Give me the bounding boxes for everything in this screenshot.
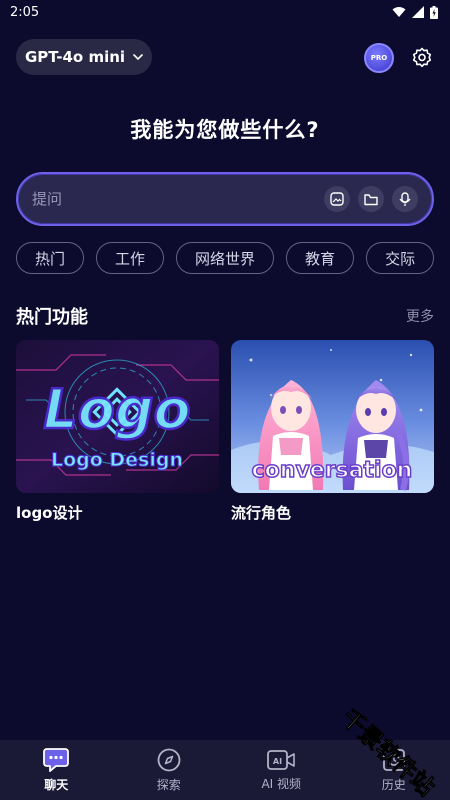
svg-text:AI: AI — [273, 757, 282, 766]
more-link[interactable]: 更多 — [406, 306, 434, 326]
status-bar: 2:05 — [0, 0, 450, 24]
logo-card-big-text: Logo — [43, 378, 190, 441]
prompt-input-box[interactable] — [16, 172, 434, 226]
settings-button[interactable] — [409, 45, 435, 71]
model-selector[interactable]: GPT-4o mini — [16, 39, 152, 75]
chip-education[interactable]: 教育 — [286, 242, 355, 274]
feature-card-character[interactable]: conversation — [231, 340, 434, 493]
image-icon — [330, 192, 344, 206]
tab-explore[interactable]: 探索 — [113, 740, 226, 800]
signal-icon — [412, 6, 424, 18]
chat-icon — [43, 747, 70, 772]
ai-video-icon: AI — [267, 749, 296, 770]
tab-ai-video[interactable]: AI AI 视频 — [225, 740, 338, 800]
file-upload-button[interactable] — [358, 186, 384, 212]
character-card-text: conversation — [252, 458, 413, 483]
chip-social[interactable]: 交际 — [366, 242, 435, 274]
anime-characters-image: conversation — [231, 340, 434, 493]
pro-badge-button[interactable]: PRO — [364, 43, 394, 73]
tab-ai-video-label: AI 视频 — [261, 776, 302, 791]
tab-history-label: 历史 — [381, 777, 406, 792]
logo-design-image: Logo Logo Design — [16, 340, 219, 493]
battery-icon — [430, 5, 438, 19]
pro-badge-label: PRO — [370, 54, 388, 62]
microphone-icon — [399, 191, 411, 206]
history-icon — [382, 748, 405, 771]
logo-card-small-text: Logo Design — [51, 449, 183, 471]
model-name: GPT-4o mini — [24, 48, 126, 66]
prompt-input[interactable] — [32, 190, 324, 208]
chip-work[interactable]: 工作 — [96, 242, 165, 274]
input-actions — [324, 186, 418, 212]
section-title: 热门功能 — [16, 307, 88, 328]
voice-input-button[interactable] — [392, 186, 418, 212]
bottom-tab-bar: 聊天 探索 AI AI 视频 历史 — [0, 740, 450, 800]
chevron-down-icon — [133, 53, 143, 60]
gear-icon — [412, 47, 432, 68]
tab-explore-label: 探索 — [156, 777, 181, 792]
card-title-character: 流行角色 — [231, 504, 292, 522]
category-chips: 热门 工作 网络世界 教育 交际 — [16, 242, 450, 276]
status-icons — [392, 5, 438, 19]
feature-card-logo[interactable]: Logo Logo Design — [16, 340, 219, 493]
image-upload-button[interactable] — [324, 186, 350, 212]
status-time: 2:05 — [10, 4, 40, 20]
tab-chat[interactable]: 聊天 — [0, 740, 113, 800]
tab-history[interactable]: 历史 — [338, 740, 450, 800]
card-title-logo: logo设计 — [16, 504, 83, 522]
tab-chat-label: 聊天 — [44, 777, 69, 792]
page-title: 我能为您做些什么? — [130, 118, 320, 142]
wifi-icon — [392, 7, 406, 17]
compass-icon — [157, 748, 181, 771]
folder-icon — [364, 193, 378, 205]
chip-online-world[interactable]: 网络世界 — [176, 242, 275, 274]
chip-hot[interactable]: 热门 — [16, 242, 85, 274]
